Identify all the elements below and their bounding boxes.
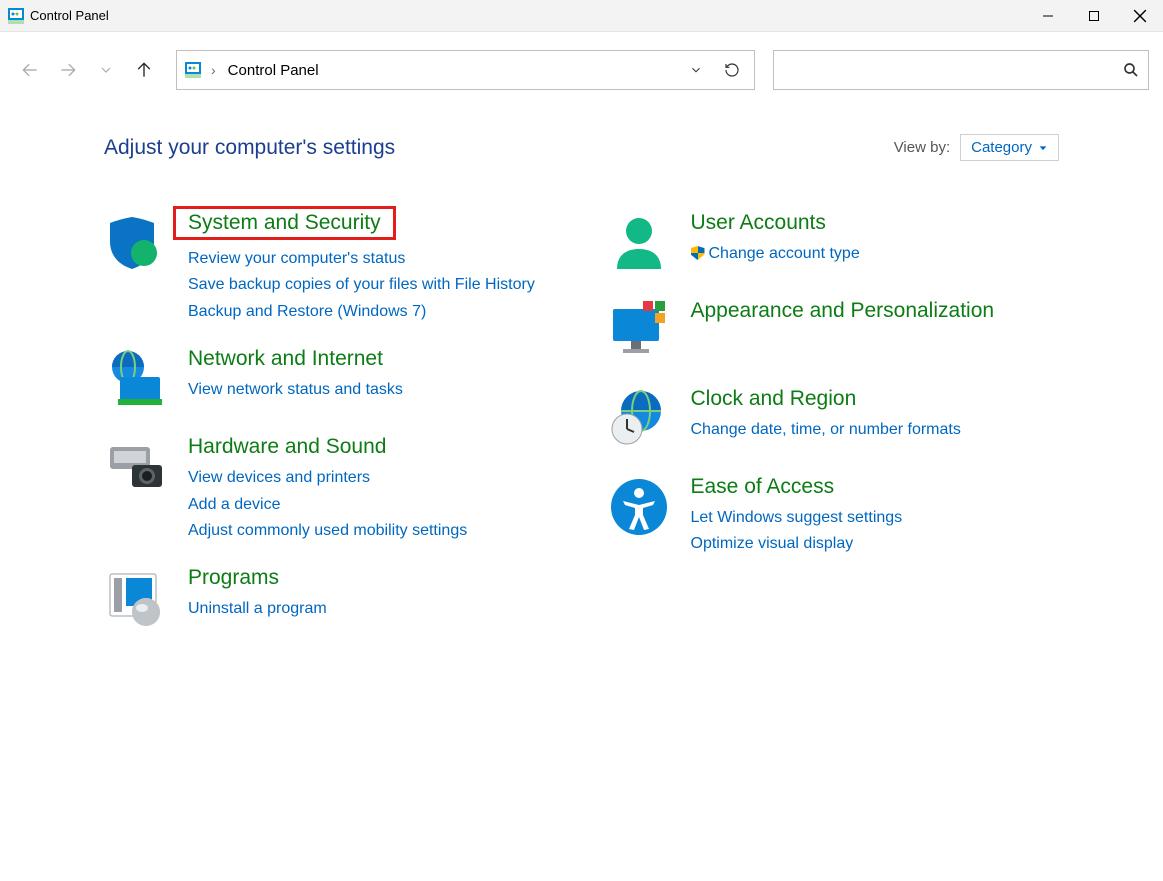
- mobility-settings-link[interactable]: Adjust commonly used mobility settings: [188, 520, 557, 542]
- suggest-settings-link[interactable]: Let Windows suggest settings: [691, 507, 1060, 529]
- window-title: Control Panel: [30, 8, 1025, 23]
- date-time-formats-link[interactable]: Change date, time, or number formats: [691, 419, 1060, 441]
- search-input[interactable]: [782, 62, 1122, 79]
- category-appearance: Appearance and Personalization: [607, 299, 1060, 363]
- category-clock-region: Clock and Region Change date, time, or n…: [607, 387, 1060, 451]
- network-icon: [104, 347, 168, 411]
- control-panel-app-icon: [8, 8, 24, 24]
- view-by-value: Category: [971, 139, 1032, 156]
- category-user-accounts: User Accounts Change account type: [607, 211, 1060, 275]
- search-icon[interactable]: [1122, 61, 1140, 79]
- optimize-display-link[interactable]: Optimize visual display: [691, 533, 1060, 555]
- content-area: Adjust your computer's settings View by:…: [0, 108, 1163, 630]
- hardware-sound-link[interactable]: Hardware and Sound: [188, 435, 386, 459]
- change-account-type-link[interactable]: Change account type: [691, 243, 1060, 265]
- categories-right-column: User Accounts Change account type Appear…: [607, 211, 1060, 630]
- category-programs: Programs Uninstall a program: [104, 566, 557, 630]
- user-accounts-icon: [607, 211, 671, 275]
- view-by-control: View by: Category: [894, 134, 1059, 161]
- category-network: Network and Internet View network status…: [104, 347, 557, 411]
- ease-of-access-link[interactable]: Ease of Access: [691, 475, 835, 499]
- programs-icon: [104, 566, 168, 630]
- categories-left-column: System and Security Review your computer…: [104, 211, 557, 630]
- network-internet-link[interactable]: Network and Internet: [188, 347, 383, 371]
- hardware-icon: [104, 435, 168, 542]
- chevron-down-icon: [1038, 143, 1048, 153]
- category-system-security: System and Security Review your computer…: [104, 211, 557, 323]
- back-button[interactable]: [14, 54, 46, 86]
- appearance-link[interactable]: Appearance and Personalization: [691, 299, 995, 323]
- category-ease-of-access: Ease of Access Let Windows suggest setti…: [607, 475, 1060, 556]
- devices-printers-link[interactable]: View devices and printers: [188, 467, 557, 489]
- categories-grid: System and Security Review your computer…: [104, 211, 1059, 630]
- category-hardware: Hardware and Sound View devices and prin…: [104, 435, 557, 542]
- network-status-link[interactable]: View network status and tasks: [188, 379, 557, 401]
- up-button[interactable]: [128, 54, 160, 86]
- search-box[interactable]: [773, 50, 1149, 90]
- control-panel-icon: [185, 62, 201, 78]
- backup-restore-link[interactable]: Backup and Restore (Windows 7): [188, 301, 557, 323]
- titlebar: Control Panel: [0, 0, 1163, 32]
- refresh-button[interactable]: [718, 56, 746, 84]
- address-history-button[interactable]: [682, 56, 710, 84]
- maximize-button[interactable]: [1071, 0, 1117, 32]
- breadcrumb-root[interactable]: Control Panel: [226, 62, 319, 79]
- review-status-link[interactable]: Review your computer's status: [188, 248, 557, 270]
- window-controls: [1025, 0, 1163, 32]
- clock-region-icon: [607, 387, 671, 451]
- appearance-icon: [607, 299, 671, 363]
- uninstall-program-link[interactable]: Uninstall a program: [188, 598, 557, 620]
- minimize-button[interactable]: [1025, 0, 1071, 32]
- user-accounts-link[interactable]: User Accounts: [691, 211, 826, 235]
- file-history-link[interactable]: Save backup copies of your files with Fi…: [188, 274, 557, 296]
- system-security-link[interactable]: System and Security: [173, 206, 396, 240]
- close-button[interactable]: [1117, 0, 1163, 32]
- recent-locations-button[interactable]: [90, 54, 122, 86]
- ease-of-access-icon: [607, 475, 671, 556]
- address-bar[interactable]: › Control Panel: [176, 50, 755, 90]
- view-by-label: View by:: [894, 139, 950, 156]
- add-device-link[interactable]: Add a device: [188, 494, 557, 516]
- breadcrumb-separator-icon: ›: [211, 62, 216, 78]
- system-security-icon: [104, 211, 168, 323]
- heading-row: Adjust your computer's settings View by:…: [104, 134, 1059, 161]
- page-title: Adjust your computer's settings: [104, 136, 894, 160]
- view-by-select[interactable]: Category: [960, 134, 1059, 161]
- clock-region-link[interactable]: Clock and Region: [691, 387, 857, 411]
- programs-link[interactable]: Programs: [188, 566, 279, 590]
- forward-button[interactable]: [52, 54, 84, 86]
- navigation-row: › Control Panel: [0, 32, 1163, 108]
